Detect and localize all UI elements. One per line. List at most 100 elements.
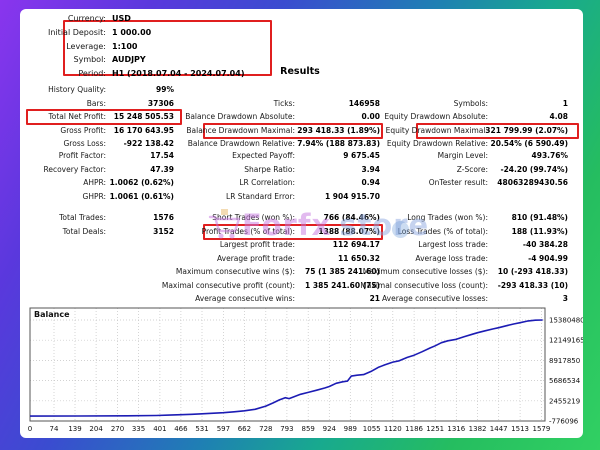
stat-label: Loss Trades (% of total): (325, 226, 488, 237)
stat-label: Balance Drawdown Relative: (120, 138, 295, 149)
stat-label: Average consecutive losses: (325, 293, 488, 304)
stat-label: Gross Profit: (20, 125, 106, 136)
stat-label: Balance Drawdown Maximal: (120, 125, 295, 136)
stat-label: Recovery Factor: (20, 164, 106, 175)
stat-value: -4 904.99 (490, 253, 568, 264)
x-tick-label: 401 (153, 425, 166, 433)
account-label: Symbol: (20, 54, 106, 65)
x-tick-label: 204 (89, 425, 103, 433)
stat-value: -24.20 (99.74%) (490, 164, 568, 175)
stat-label: Largest profit trade: (120, 239, 295, 250)
y-tick-label: 2455219 (549, 397, 580, 405)
stat-label: LR Standard Error: (120, 191, 295, 202)
stat-label: Equity Drawdown Relative: (325, 138, 488, 149)
stat-label: Balance Drawdown Absolute: (120, 111, 295, 122)
chart-title: Balance (34, 310, 70, 319)
stat-value: 99% (108, 84, 174, 95)
x-tick-label: 924 (323, 425, 337, 433)
backtest-report-panel: Currency: USD Initial Deposit:1 000.00 Le… (20, 9, 583, 438)
account-value: AUDJPY (112, 54, 146, 65)
stat-value: 321 799.99 (2.07%) (490, 125, 568, 136)
account-row: Currency: USD (20, 13, 320, 24)
account-label: Currency: (20, 13, 106, 24)
x-tick-label: 0 (28, 425, 32, 433)
account-row: Initial Deposit:1 000.00 (20, 27, 320, 38)
gradient-border-frame: Currency: USD Initial Deposit:1 000.00 Le… (0, 0, 600, 450)
stat-label: Z-Score: (325, 164, 488, 175)
x-tick-label: 531 (195, 425, 208, 433)
stat-label: Long Trades (won %): (325, 212, 488, 223)
stat-label: Sharpe Ratio: (120, 164, 295, 175)
stat-label: Maximal consecutive profit (count): (120, 280, 295, 291)
stat-value: 3 (490, 293, 568, 304)
stat-label: LR Correlation: (120, 177, 295, 188)
x-tick-label: 466 (174, 425, 188, 433)
stat-label: Average profit trade: (120, 253, 295, 264)
stat-value: 48063289430.56 (490, 177, 568, 188)
balance-chart: Balance074139204270335401466531597662728… (20, 304, 583, 438)
stat-label: Ticks: (120, 98, 295, 109)
stat-label: Average consecutive wins: (120, 293, 295, 304)
x-tick-label: 1382 (469, 425, 487, 433)
x-tick-label: 1186 (405, 425, 423, 433)
stat-label: GHPR: (20, 191, 106, 202)
stat-label: Margin Level: (325, 150, 488, 161)
stat-value: 810 (91.48%) (490, 212, 568, 223)
stat-label: Total Deals: (20, 226, 106, 237)
results-title: Results (255, 66, 345, 77)
stat-label: Symbols: (325, 98, 488, 109)
stat-value: 1 904 915.70 (297, 191, 380, 202)
stat-value: -293 418.33 (10) (490, 280, 568, 291)
stat-label: Equity Drawdown Maximal: (325, 125, 488, 136)
stat-label: Expected Payoff: (120, 150, 295, 161)
y-tick-label: 8917850 (549, 357, 580, 365)
account-row: Symbol: AUDJPY (20, 54, 320, 65)
stat-label: OnTester result: (325, 177, 488, 188)
stat-label: Total Net Profit: (20, 111, 106, 122)
stat-value: 4.08 (490, 111, 568, 122)
stat-value: -40 384.28 (490, 239, 568, 250)
stat-value: 1 (490, 98, 568, 109)
x-tick-label: 1579 (532, 425, 550, 433)
y-tick-label: 12149165 (549, 337, 583, 345)
balance-chart-svg: Balance074139204270335401466531597662728… (20, 304, 583, 438)
stat-label: Profit Trades (% of total): (120, 226, 295, 237)
account-row: Leverage: 1:100 (20, 41, 320, 52)
stat-label: Average loss trade: (325, 253, 488, 264)
y-tick-label: 15380480 (549, 317, 583, 325)
stat-label: Short Trades (won %): (120, 212, 295, 223)
stat-label: Total Trades: (20, 212, 106, 223)
account-value: 1:100 (112, 41, 137, 52)
x-tick-label: 1447 (490, 425, 508, 433)
stat-label: AHPR: (20, 177, 106, 188)
x-tick-label: 1251 (426, 425, 444, 433)
x-tick-label: 793 (280, 425, 293, 433)
x-tick-label: 597 (217, 425, 230, 433)
x-tick-label: 728 (259, 425, 272, 433)
account-value: USD (112, 13, 131, 24)
stat-value: 493.76% (490, 150, 568, 161)
stat-label: Bars: (20, 98, 106, 109)
stat-value: 188 (11.93%) (490, 226, 568, 237)
account-value: H1 (2018.07.04 - 2024.07.04) (112, 68, 244, 79)
stat-label: Gross Loss: (20, 138, 106, 149)
x-tick-label: 1055 (363, 425, 381, 433)
account-label: Leverage: (20, 41, 106, 52)
account-label: Period: (20, 68, 106, 79)
y-tick-label: -776096 (549, 418, 579, 426)
y-tick-label: 5686534 (549, 377, 581, 385)
x-tick-label: 989 (344, 425, 357, 433)
stat-value: 10 (-293 418.33) (490, 266, 568, 277)
x-tick-label: 859 (302, 425, 315, 433)
x-tick-label: 335 (132, 425, 145, 433)
stat-label: Largest loss trade: (325, 239, 488, 250)
x-tick-label: 74 (50, 425, 59, 433)
x-tick-label: 662 (238, 425, 251, 433)
stat-label: Equity Drawdown Absolute: (325, 111, 488, 122)
stat-label: Profit Factor: (20, 150, 106, 161)
stat-value: 20.54% (6 590.49) (490, 138, 568, 149)
x-tick-label: 1513 (511, 425, 529, 433)
x-tick-label: 1120 (384, 425, 402, 433)
stat-label: History Quality: (20, 84, 106, 95)
stat-label: Maximum consecutive wins ($): (120, 266, 295, 277)
